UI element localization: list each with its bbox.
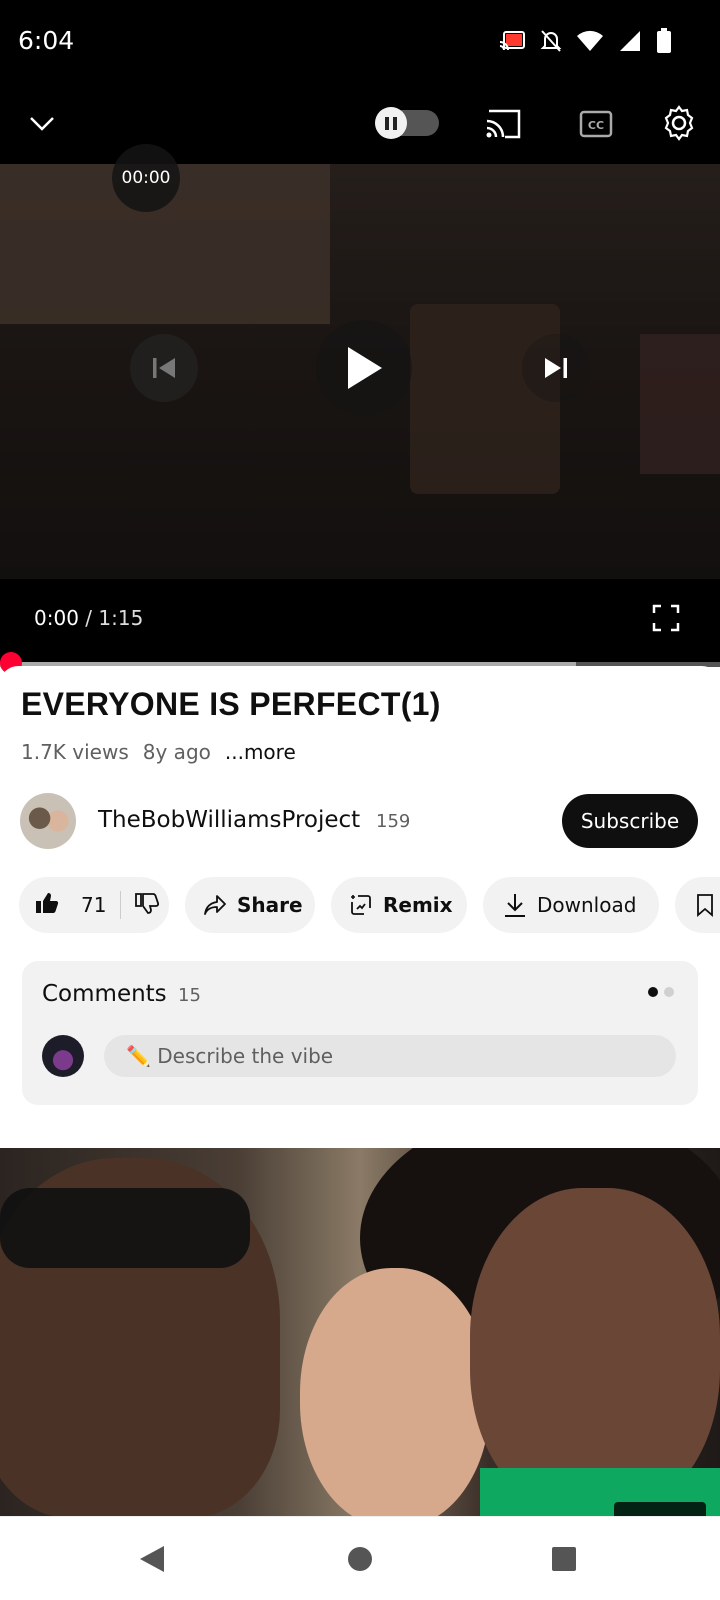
comments-title: Comments bbox=[42, 981, 167, 1007]
status-bar: 6:04 bbox=[0, 0, 720, 84]
remix-button[interactable]: Remix bbox=[331, 877, 467, 933]
next-video-thumbnail[interactable] bbox=[0, 1148, 720, 1516]
like-dislike-chip[interactable]: 71 bbox=[19, 877, 169, 933]
captions-icon[interactable]: CC bbox=[574, 102, 618, 146]
video-title: EVERYONE IS PERFECT(1) bbox=[21, 686, 441, 722]
previous-icon[interactable] bbox=[130, 334, 198, 402]
system-nav-bar bbox=[0, 1516, 720, 1600]
pause-icon bbox=[375, 107, 407, 139]
time-separator: / bbox=[78, 606, 99, 630]
channel-name[interactable]: TheBobWilliamsProject bbox=[98, 807, 360, 833]
cast-status-icon bbox=[498, 30, 526, 56]
status-time: 6:04 bbox=[18, 26, 75, 55]
seek-time-bubble: 00:00 bbox=[112, 144, 180, 212]
mute-icon bbox=[540, 29, 562, 57]
thumbs-down-icon[interactable] bbox=[135, 892, 169, 919]
recents-icon[interactable] bbox=[544, 1539, 584, 1579]
bookmark-icon bbox=[697, 894, 713, 917]
download-label: Download bbox=[537, 893, 637, 917]
download-button[interactable]: Download bbox=[483, 877, 659, 933]
subscriber-count: 159 bbox=[376, 811, 411, 832]
time-readout: 0:00 / 1:15 bbox=[34, 606, 143, 630]
signal-icon bbox=[618, 29, 642, 57]
next-icon[interactable] bbox=[522, 334, 590, 402]
more-link[interactable]: ...more bbox=[225, 740, 296, 764]
cast-icon[interactable] bbox=[482, 102, 526, 146]
wifi-icon bbox=[576, 30, 604, 56]
share-button[interactable]: Share bbox=[185, 877, 315, 933]
user-avatar bbox=[42, 1035, 84, 1077]
save-button[interactable] bbox=[675, 877, 720, 933]
settings-gear-icon[interactable] bbox=[656, 100, 702, 146]
comments-panel[interactable]: Comments 15 ✏️ Describe the vibe bbox=[22, 961, 698, 1105]
carousel-dots bbox=[648, 987, 674, 997]
upload-age: 8y ago bbox=[142, 740, 211, 764]
share-icon bbox=[204, 895, 226, 915]
play-icon[interactable] bbox=[316, 320, 412, 416]
autoplay-toggle[interactable] bbox=[375, 106, 440, 140]
status-icons bbox=[498, 28, 672, 58]
action-chips: 71 Share Remix Download bbox=[19, 877, 720, 933]
remix-label: Remix bbox=[383, 893, 453, 917]
video-meta[interactable]: 1.7K views 8y ago ...more bbox=[21, 740, 296, 764]
minimize-chevron-icon[interactable] bbox=[20, 102, 64, 146]
comments-count: 15 bbox=[178, 985, 201, 1006]
fullscreen-icon[interactable] bbox=[652, 604, 684, 636]
thumbs-up-icon[interactable] bbox=[35, 892, 69, 919]
duration: 1:15 bbox=[98, 606, 144, 630]
like-divider bbox=[120, 891, 121, 919]
home-icon[interactable] bbox=[340, 1539, 380, 1579]
video-player[interactable]: CC 00:00 0:00 / 1:15 bbox=[0, 84, 720, 664]
channel-avatar[interactable] bbox=[20, 793, 76, 849]
subscribe-button[interactable]: Subscribe bbox=[562, 794, 698, 848]
comment-input[interactable]: ✏️ Describe the vibe bbox=[104, 1035, 676, 1077]
back-icon[interactable] bbox=[132, 1539, 172, 1579]
battery-icon bbox=[656, 28, 672, 58]
view-count: 1.7K views bbox=[21, 740, 129, 764]
share-label: Share bbox=[237, 893, 303, 917]
svg-text:CC: CC bbox=[588, 119, 604, 132]
channel-row[interactable]: TheBobWilliamsProject 159 Subscribe bbox=[20, 792, 700, 850]
download-icon bbox=[505, 894, 525, 917]
like-count: 71 bbox=[81, 893, 107, 917]
remix-icon bbox=[351, 895, 371, 915]
current-time: 0:00 bbox=[34, 606, 79, 630]
duration-badge bbox=[614, 1502, 706, 1516]
